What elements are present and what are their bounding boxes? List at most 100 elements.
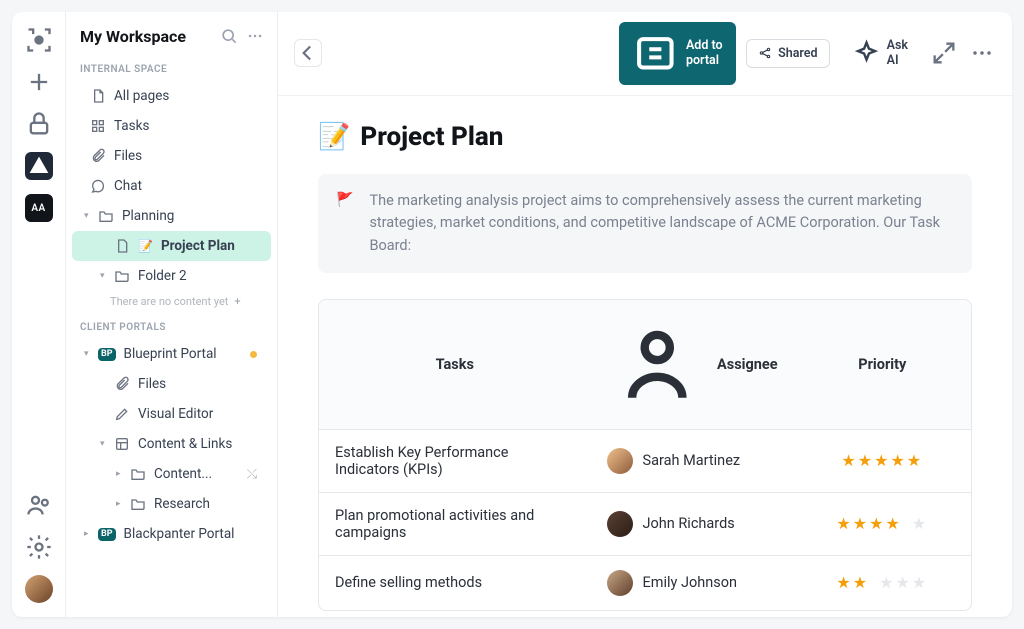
chevron-down-icon: ▾	[100, 271, 112, 281]
layout-icon	[114, 436, 130, 452]
tasks-table: Tasks Assignee Priority Establish Key Pe…	[318, 299, 972, 611]
back-button[interactable]	[294, 39, 322, 67]
nav-label: Chat	[114, 178, 142, 194]
more-icon[interactable]	[968, 39, 996, 67]
nav-label: Files	[138, 376, 166, 392]
app-root: AA My Workspace INTERNAL SPACE All pages	[12, 12, 1012, 617]
portal-research[interactable]: ▸ Research	[72, 489, 271, 519]
assignee: John Richards	[591, 493, 794, 555]
nav-label: All pages	[114, 88, 169, 104]
nav-planning[interactable]: ▾ Planning	[72, 201, 271, 231]
nav-label: Visual Editor	[138, 406, 213, 422]
add-icon[interactable]	[25, 68, 53, 96]
memo-icon: 📝	[138, 239, 153, 253]
empty-note: There are no content yet +	[66, 291, 277, 312]
portal-files[interactable]: Files	[72, 369, 271, 399]
priority-stars: ★★★★★	[794, 430, 971, 492]
nav-all-pages[interactable]: All pages	[72, 81, 271, 111]
client-portals-label: CLIENT PORTALS	[66, 312, 277, 339]
more-icon[interactable]	[245, 26, 265, 46]
add-content-icon[interactable]: +	[234, 295, 240, 308]
chevron-down-icon: ▾	[84, 211, 96, 221]
priority-stars: ★★★★★	[794, 493, 971, 555]
aa-icon[interactable]: AA	[25, 194, 53, 222]
main: Add to portal Shared Ask AI 📝 Project Pl…	[278, 12, 1012, 617]
priority-stars: ★★★★★	[794, 556, 971, 610]
nav-files[interactable]: Files	[72, 141, 271, 171]
ask-ai-button[interactable]: Ask AI	[840, 31, 920, 75]
avatar-icon	[607, 570, 633, 596]
callout-text: The marketing analysis project aims to c…	[369, 190, 954, 257]
nav-label: Blackpanter Portal	[124, 526, 235, 542]
portal-visual-editor[interactable]: Visual Editor	[72, 399, 271, 429]
page-icon	[90, 88, 106, 104]
chat-icon	[90, 178, 106, 194]
logo-icon[interactable]	[25, 26, 53, 54]
nav-label: Research	[154, 496, 210, 512]
folder-icon	[98, 208, 114, 224]
tasks-icon	[90, 118, 106, 134]
nav-label: Blueprint Portal	[124, 346, 217, 362]
task-name: Define selling methods	[319, 556, 591, 610]
chevron-right-icon: ▸	[116, 499, 128, 509]
page-icon	[114, 238, 130, 254]
bp-badge-icon: BP	[98, 528, 116, 541]
portal-content[interactable]: ▸ Content... ⤯	[72, 459, 271, 489]
col-tasks: Tasks	[319, 300, 591, 429]
table-row[interactable]: Define selling methods Emily Johnson ★★★…	[319, 556, 971, 610]
workspace-header: My Workspace	[66, 12, 277, 54]
lock-icon[interactable]	[25, 110, 53, 138]
button-label: Ask AI	[887, 38, 908, 68]
nav-label: Planning	[122, 208, 174, 224]
hidden-icon: ⤯	[247, 467, 257, 482]
nav-label: Project Plan	[161, 238, 235, 254]
nav-tasks[interactable]: Tasks	[72, 111, 271, 141]
task-name: Establish Key Performance Indicators (KP…	[319, 430, 591, 492]
attachment-icon	[114, 376, 130, 392]
folder-icon	[130, 466, 146, 482]
topbar: Add to portal Shared Ask AI	[278, 12, 1012, 96]
members-icon[interactable]	[25, 491, 53, 519]
internal-space-label: INTERNAL SPACE	[66, 54, 277, 81]
button-label: Add to portal	[686, 38, 724, 68]
add-to-portal-button[interactable]: Add to portal	[619, 22, 736, 85]
flag-icon: 🚩	[336, 190, 353, 257]
status-dot-icon	[250, 351, 257, 358]
expand-icon[interactable]	[930, 39, 958, 67]
nav-folder2[interactable]: ▾ Folder 2	[72, 261, 271, 291]
pencil-icon	[114, 406, 130, 422]
chevron-down-icon: ▾	[100, 439, 112, 449]
workspace-title: My Workspace	[80, 27, 213, 46]
person-icon	[607, 314, 708, 415]
assignee: Sarah Martinez	[591, 430, 794, 492]
workspace-icon[interactable]	[25, 152, 53, 180]
table-row[interactable]: Establish Key Performance Indicators (KP…	[319, 430, 971, 493]
portal-blackpanter[interactable]: ▸ BP Blackpanter Portal	[72, 519, 271, 549]
task-name: Plan promotional activities and campaign…	[319, 493, 591, 555]
memo-icon: 📝	[318, 122, 350, 152]
user-avatar[interactable]	[25, 575, 53, 603]
nav-label: Files	[114, 148, 142, 164]
nav-chat[interactable]: Chat	[72, 171, 271, 201]
table-row[interactable]: Plan promotional activities and campaign…	[319, 493, 971, 556]
portal-content-links[interactable]: ▾ Content & Links	[72, 429, 271, 459]
callout: 🚩 The marketing analysis project aims to…	[318, 174, 972, 273]
shared-button[interactable]: Shared	[746, 39, 829, 68]
nav-label: Tasks	[114, 118, 149, 134]
page-content: 📝 Project Plan 🚩 The marketing analysis …	[278, 96, 1012, 617]
folder-icon	[130, 496, 146, 512]
avatar-icon	[607, 448, 633, 474]
chevron-down-icon: ▾	[84, 349, 96, 359]
settings-icon[interactable]	[25, 533, 53, 561]
table-header: Tasks Assignee Priority	[319, 300, 971, 430]
nav-project-plan[interactable]: 📝 Project Plan	[72, 231, 271, 261]
portal-blueprint[interactable]: ▾ BP Blueprint Portal	[72, 339, 271, 369]
folder-icon	[114, 268, 130, 284]
nav-label: Content & Links	[138, 436, 232, 452]
search-icon[interactable]	[219, 26, 239, 46]
col-assignee: Assignee	[591, 300, 794, 429]
sidebar: My Workspace INTERNAL SPACE All pages Ta…	[66, 12, 278, 617]
chevron-right-icon: ▸	[84, 529, 96, 539]
avatar-icon	[607, 511, 633, 537]
attachment-icon	[90, 148, 106, 164]
